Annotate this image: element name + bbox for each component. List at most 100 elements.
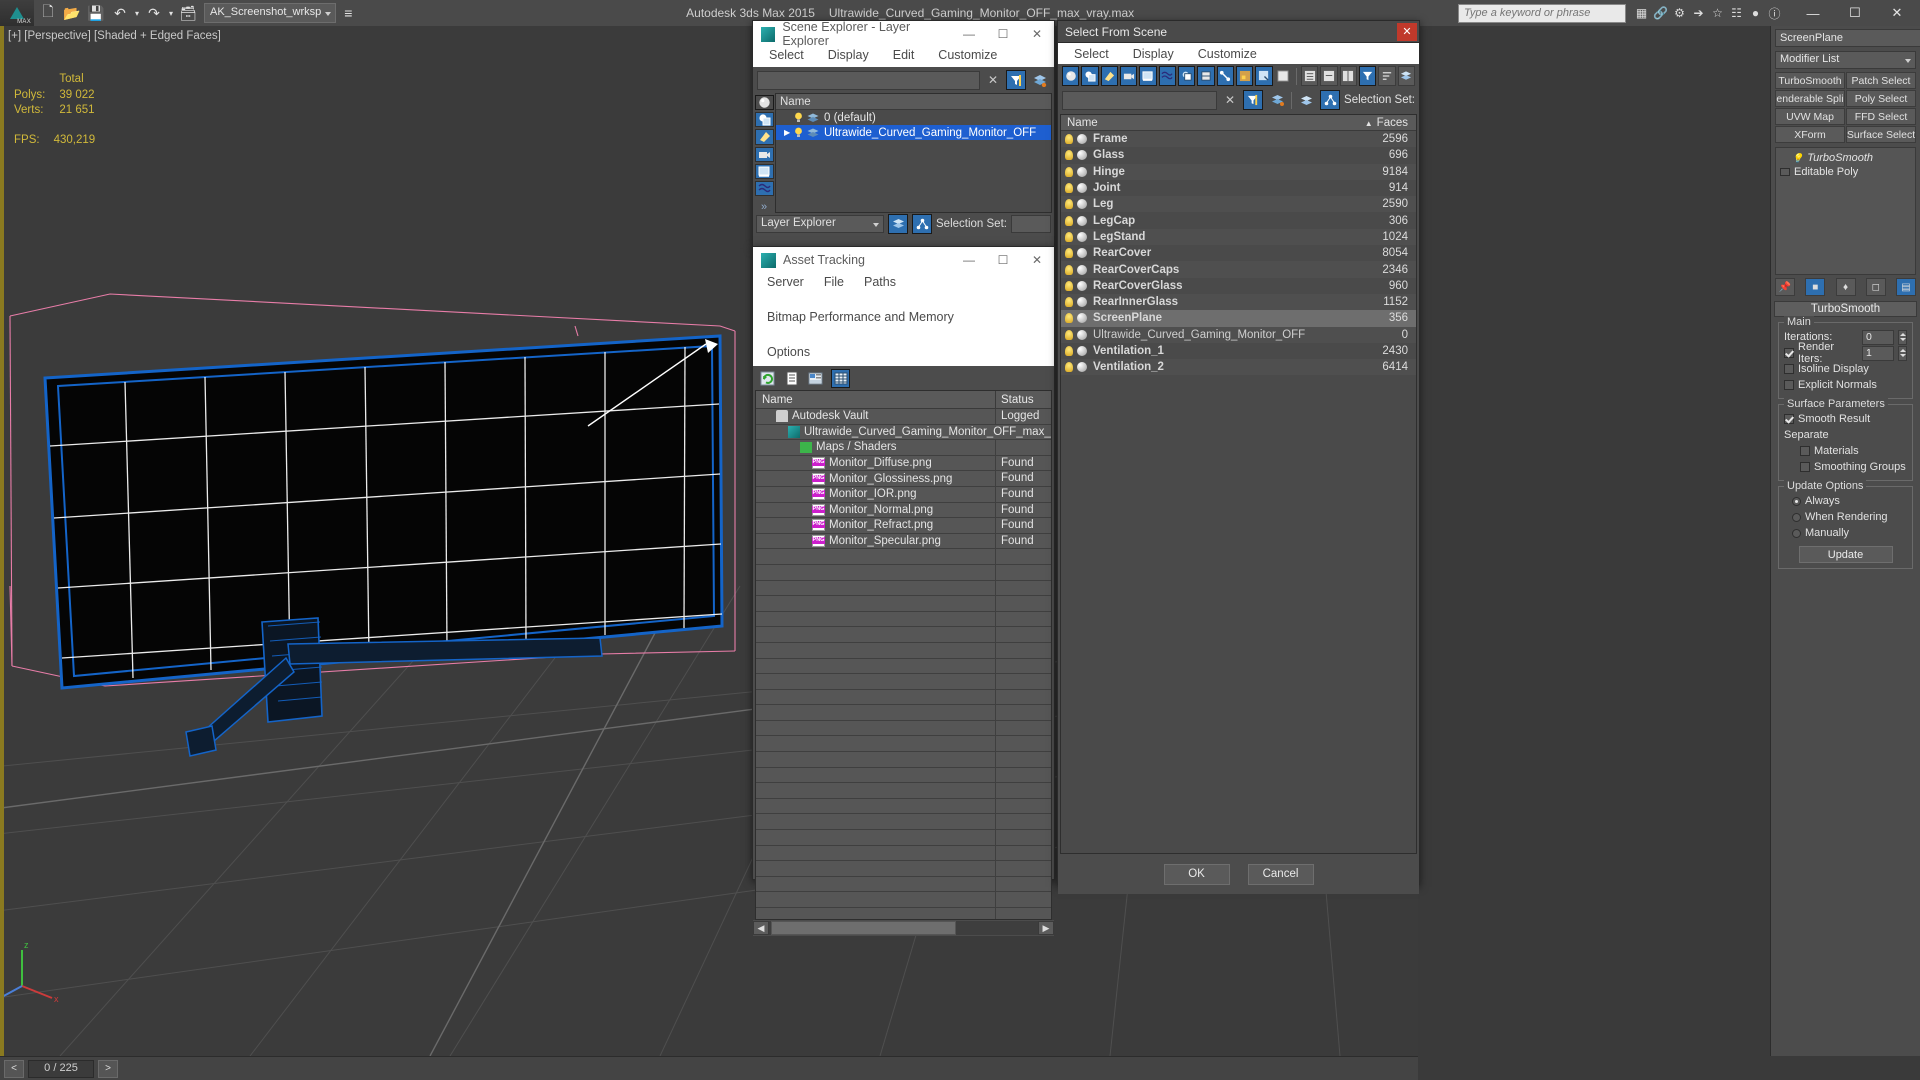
- render-iters-spinner[interactable]: [1898, 345, 1907, 361]
- selection-set-field[interactable]: [1010, 215, 1051, 233]
- scene-object-row[interactable]: Frame 2596: [1061, 131, 1416, 148]
- explicit-normals-checkbox[interactable]: [1784, 380, 1794, 390]
- helper-icon[interactable]: [1139, 66, 1157, 86]
- help-icon[interactable]: ⓘ: [1765, 4, 1784, 23]
- scene-object-row[interactable]: RearInnerGlass 1152: [1061, 293, 1416, 311]
- asset-tracking-minimize[interactable]: —: [952, 247, 986, 273]
- scene-explorer-window[interactable]: Scene Explorer - Layer Explorer — ☐ ✕ Se…: [752, 20, 1055, 247]
- bulb-icon[interactable]: [1065, 313, 1073, 324]
- layers-mode-icon[interactable]: [888, 214, 908, 234]
- bulb-icon[interactable]: [1065, 280, 1073, 291]
- bulb-icon[interactable]: [1065, 231, 1073, 242]
- scroll-track[interactable]: [769, 921, 1038, 935]
- scene-object-row[interactable]: Ventilation_1 2430: [1061, 342, 1416, 360]
- modifier-stack[interactable]: 💡 TurboSmooth Editable Poly: [1775, 147, 1916, 275]
- lightbulb-icon[interactable]: 💡: [1792, 153, 1803, 164]
- asset-row[interactable]: Monitor_Diffuse.png Found: [756, 455, 1051, 472]
- asset-tracking-maximize[interactable]: ☐: [986, 247, 1020, 273]
- column-name[interactable]: Name: [1061, 115, 1346, 130]
- maximize-button[interactable]: ☐: [1834, 0, 1876, 26]
- scene-object-row[interactable]: RearCoverGlass 960: [1061, 277, 1416, 294]
- pin-stack-icon[interactable]: 📌: [1775, 278, 1795, 296]
- project-folder-icon[interactable]: 🗃: [176, 2, 200, 24]
- particle-icon[interactable]: [1236, 66, 1254, 86]
- remove-modifier-icon[interactable]: ◻: [1865, 278, 1886, 296]
- more-filters-icon[interactable]: »: [761, 201, 767, 213]
- viewport-label[interactable]: [+] [Perspective] [Shaded + Edged Faces]: [8, 30, 221, 42]
- rollout-header[interactable]: TurboSmooth: [1774, 301, 1917, 317]
- menu-select[interactable]: Select: [1074, 47, 1109, 61]
- column-status[interactable]: Status: [996, 391, 1051, 408]
- pointer-icon[interactable]: ➔: [1689, 4, 1708, 23]
- menu-options[interactable]: Options: [765, 343, 1054, 362]
- sphere-icon[interactable]: [754, 95, 774, 111]
- redo-dropdown-icon[interactable]: ▾: [166, 2, 176, 24]
- settings-icon[interactable]: ⚙: [1670, 4, 1689, 23]
- refresh-icon[interactable]: [759, 370, 776, 387]
- new-icon[interactable]: 🗋: [36, 2, 60, 24]
- close-button[interactable]: ✕: [1876, 0, 1918, 26]
- scroll-right-arrow-icon[interactable]: ▶: [1038, 921, 1054, 935]
- clear-search-icon[interactable]: ✕: [1221, 93, 1239, 107]
- object-name-input[interactable]: [1775, 29, 1920, 47]
- asset-row[interactable]: Ultrawide_Curved_Gaming_Monitor_OFF_max_…: [756, 424, 1051, 441]
- column-name[interactable]: Name: [756, 391, 996, 408]
- hierarchy-icon[interactable]: [1320, 90, 1341, 110]
- grid-icon[interactable]: ▦: [1632, 4, 1651, 23]
- spacewarp-icon[interactable]: [1158, 66, 1177, 86]
- asset-row[interactable]: Monitor_Refract.png Found: [756, 518, 1051, 534]
- scene-explorer-column-header[interactable]: Name: [776, 94, 1051, 110]
- select-from-scene-dialog[interactable]: Select From Scene ✕ Select Display Custo…: [1057, 20, 1420, 894]
- menu-file[interactable]: File: [822, 273, 846, 292]
- frozen-icon[interactable]: [1274, 66, 1293, 86]
- modifier-xform[interactable]: XForm: [1775, 126, 1845, 143]
- scene-explorer-tree[interactable]: 0 (default) ▶ Ultrawide_Curved_Gaming_Mo…: [776, 110, 1051, 140]
- camera-icon[interactable]: [1120, 66, 1138, 86]
- asset-row[interactable]: Monitor_Glossiness.png Found: [756, 471, 1051, 487]
- save-icon[interactable]: 💾: [84, 2, 108, 24]
- filter-toggle-icon[interactable]: [1243, 90, 1264, 110]
- iterations-spinner[interactable]: [1898, 329, 1907, 345]
- menu-display[interactable]: Display: [826, 47, 871, 63]
- materials-checkbox[interactable]: [1800, 446, 1810, 456]
- rollout-turbosmooth[interactable]: TurboSmooth Main Iterations: 0 Render It…: [1774, 301, 1917, 569]
- select-from-scene-close[interactable]: ✕: [1397, 22, 1417, 41]
- qat-overflow-icon[interactable]: ≡: [336, 2, 360, 24]
- layers-icon[interactable]: [1397, 66, 1416, 86]
- expand-icon[interactable]: [1300, 66, 1319, 86]
- scene-explorer-title-bar[interactable]: Scene Explorer - Layer Explorer — ☐ ✕: [753, 20, 1054, 48]
- update-button[interactable]: Update: [1798, 546, 1893, 563]
- minimize-button[interactable]: —: [1792, 0, 1834, 26]
- asset-row[interactable]: Monitor_Specular.png Found: [756, 533, 1051, 550]
- cancel-button[interactable]: Cancel: [1247, 863, 1314, 885]
- bone-icon[interactable]: [1216, 66, 1235, 86]
- scene-object-row[interactable]: RearCoverCaps 2346: [1061, 261, 1416, 278]
- scene-explorer-search-input[interactable]: [757, 70, 980, 90]
- sphere-icon[interactable]: [1062, 66, 1080, 86]
- bulb-icon[interactable]: [1065, 264, 1073, 275]
- render-iters-value[interactable]: 1: [1862, 345, 1894, 361]
- layer-stack-icon[interactable]: [1296, 90, 1317, 110]
- scene-object-row[interactable]: Ventilation_2 6414: [1061, 359, 1416, 376]
- always-radio[interactable]: [1792, 496, 1801, 506]
- collapse-icon[interactable]: [1320, 66, 1338, 86]
- asset-tracking-window[interactable]: Asset Tracking — ☐ ✕ Server File Paths B…: [752, 246, 1055, 936]
- bulb-icon[interactable]: [794, 112, 803, 123]
- filter-icon[interactable]: [1359, 66, 1377, 86]
- bulb-icon[interactable]: [1065, 150, 1073, 161]
- hierarchy-mode-icon[interactable]: [912, 214, 932, 234]
- scene-object-row[interactable]: RearCover 8054: [1061, 245, 1416, 262]
- columns-icon[interactable]: [1339, 66, 1358, 86]
- modifier-poly-select[interactable]: Poly Select: [1846, 90, 1916, 107]
- scene-explorer-close[interactable]: ✕: [1020, 21, 1054, 47]
- link-icon[interactable]: 🔗: [1651, 4, 1670, 23]
- community-icon[interactable]: ☷: [1727, 4, 1746, 23]
- stack-item-turbosmooth[interactable]: 💡 TurboSmooth: [1780, 151, 1911, 165]
- stack-expand-icon[interactable]: [1780, 168, 1790, 176]
- undo-icon[interactable]: ↶: [108, 2, 132, 24]
- render-iters-checkbox[interactable]: [1784, 348, 1794, 358]
- asset-tracking-close[interactable]: ✕: [1020, 247, 1054, 273]
- app-logo-icon[interactable]: MAX: [0, 0, 34, 26]
- scene-explorer-maximize[interactable]: ☐: [986, 21, 1020, 47]
- open-icon[interactable]: 📂: [60, 2, 84, 24]
